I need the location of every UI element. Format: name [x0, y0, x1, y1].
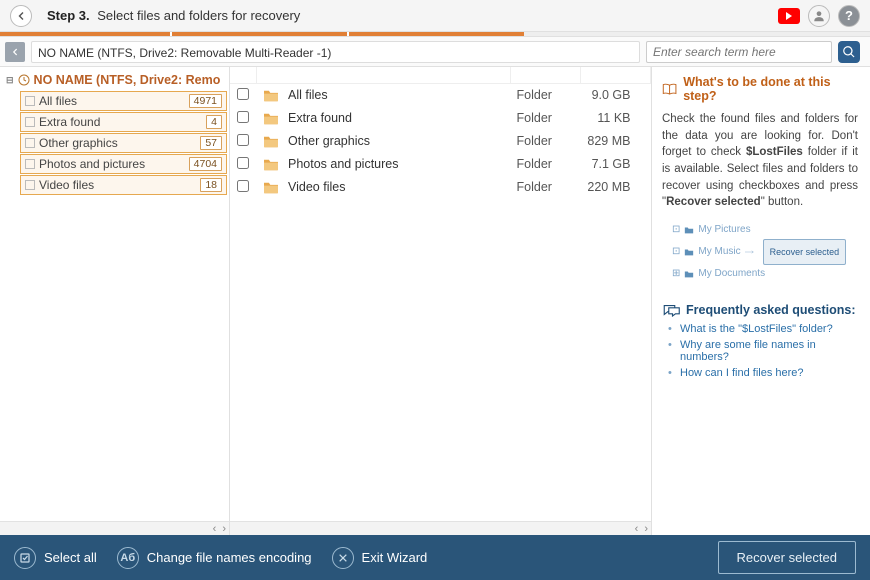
help-body: Check the found files and folders for th… — [662, 111, 858, 211]
tree-item-label: All files — [39, 94, 77, 108]
tree-root-label: NO NAME (NTFS, Drive2: Remo — [34, 73, 221, 87]
file-name: All files — [288, 88, 328, 102]
faq-link[interactable]: How can I find files here? — [668, 367, 858, 379]
file-name: Video files — [288, 180, 345, 194]
row-checkbox[interactable] — [237, 111, 249, 123]
faq-link[interactable]: Why are some file names in numbers? — [668, 339, 858, 363]
page-icon — [25, 180, 35, 190]
table-row[interactable]: Extra found Folder11 KB — [230, 107, 651, 130]
file-size: 829 MB — [581, 130, 651, 153]
tree-item-label: Video files — [39, 178, 94, 192]
file-size: 220 MB — [581, 176, 651, 199]
tree-item-label: Photos and pictures — [39, 157, 145, 171]
page-icon — [25, 159, 35, 169]
help-icon[interactable]: ? — [838, 5, 860, 27]
arrow-icon — [745, 247, 755, 257]
help-illustration: ⊡My Pictures ⊡My Music Recover selected … — [672, 221, 858, 283]
table-row[interactable]: Other graphics Folder829 MB — [230, 130, 651, 153]
select-all-icon — [14, 547, 36, 569]
folder-icon — [262, 111, 280, 125]
search-button[interactable] — [838, 41, 860, 63]
file-size: 11 KB — [581, 107, 651, 130]
crumb-back-button[interactable] — [5, 42, 25, 62]
back-button[interactable] — [10, 5, 32, 27]
chat-icon — [662, 303, 680, 317]
help-title: What's to be done at this step? — [662, 75, 858, 103]
file-type: Folder — [511, 130, 581, 153]
step-description: Select files and folders for recovery — [97, 8, 300, 23]
folder-icon — [262, 134, 280, 148]
folder-icon — [684, 269, 694, 279]
step-heading: Step 3. Select files and folders for rec… — [47, 8, 300, 23]
folder-icon — [684, 247, 694, 257]
file-name: Extra found — [288, 111, 352, 125]
path-row: NO NAME (NTFS, Drive2: Removable Multi-R… — [0, 37, 870, 67]
tree-scrollbar[interactable]: ‹› — [0, 521, 229, 535]
row-checkbox[interactable] — [237, 157, 249, 169]
file-name: Photos and pictures — [288, 157, 399, 171]
table-row[interactable]: All files Folder9.0 GB — [230, 83, 651, 107]
file-size: 9.0 GB — [581, 83, 651, 107]
folder-icon — [684, 225, 694, 235]
folder-tree: ⊟ NO NAME (NTFS, Drive2: Remo All files 4… — [0, 67, 230, 535]
faq-list: What is the "$LostFiles" folder? Why are … — [662, 323, 858, 379]
tree-item-count: 4 — [206, 115, 222, 129]
file-size: 7.1 GB — [581, 153, 651, 176]
tree-item-label: Extra found — [39, 115, 100, 129]
tree-item[interactable]: Video files 18 — [20, 175, 227, 195]
search-input[interactable] — [646, 41, 832, 63]
exit-wizard-button[interactable]: Exit Wizard — [332, 547, 428, 569]
tree-item[interactable]: Other graphics 57 — [20, 133, 227, 153]
encoding-icon: Aб — [117, 547, 139, 569]
file-type: Folder — [511, 107, 581, 130]
tree-item-count: 4704 — [189, 157, 222, 171]
table-row[interactable]: Photos and pictures Folder7.1 GB — [230, 153, 651, 176]
file-list: All filesFolder9.0 GBExtra foundFolder11… — [230, 67, 652, 535]
close-icon — [332, 547, 354, 569]
tree-item[interactable]: Extra found 4 — [20, 112, 227, 132]
folder-icon — [262, 88, 280, 102]
account-icon[interactable] — [808, 5, 830, 27]
row-checkbox[interactable] — [237, 180, 249, 192]
recover-selected-button[interactable]: Recover selected — [718, 541, 856, 574]
clock-icon — [18, 74, 30, 86]
select-all-button[interactable]: Select all — [14, 547, 97, 569]
footer-bar: Select all Aб Change file names encoding… — [0, 535, 870, 580]
tree-item-label: Other graphics — [39, 136, 118, 150]
row-checkbox[interactable] — [237, 134, 249, 146]
tree-item-count: 57 — [200, 136, 222, 150]
faq-heading: Frequently asked questions: — [662, 303, 858, 317]
file-name: Other graphics — [288, 134, 370, 148]
title-bar: Step 3. Select files and folders for rec… — [0, 0, 870, 32]
tree-item[interactable]: All files 4971 — [20, 91, 227, 111]
breadcrumb[interactable]: NO NAME (NTFS, Drive2: Removable Multi-R… — [31, 41, 640, 63]
folder-icon — [262, 180, 280, 194]
file-scrollbar[interactable]: ‹› — [230, 521, 651, 535]
page-icon — [25, 117, 35, 127]
page-icon — [25, 138, 35, 148]
youtube-icon[interactable] — [778, 5, 800, 27]
faq-link[interactable]: What is the "$LostFiles" folder? — [668, 323, 858, 335]
page-icon — [25, 96, 35, 106]
file-type: Folder — [511, 83, 581, 107]
row-checkbox[interactable] — [237, 88, 249, 100]
step-number: Step 3. — [47, 8, 90, 23]
encoding-button[interactable]: Aб Change file names encoding — [117, 547, 312, 569]
help-panel: What's to be done at this step? Check th… — [652, 67, 870, 535]
tree-root[interactable]: ⊟ NO NAME (NTFS, Drive2: Remo — [2, 71, 227, 89]
file-type: Folder — [511, 176, 581, 199]
book-icon — [662, 82, 677, 96]
table-row[interactable]: Video files Folder220 MB — [230, 176, 651, 199]
tree-item-count: 18 — [200, 178, 222, 192]
file-type: Folder — [511, 153, 581, 176]
tree-item[interactable]: Photos and pictures 4704 — [20, 154, 227, 174]
tree-item-count: 4971 — [189, 94, 222, 108]
folder-icon — [262, 157, 280, 171]
